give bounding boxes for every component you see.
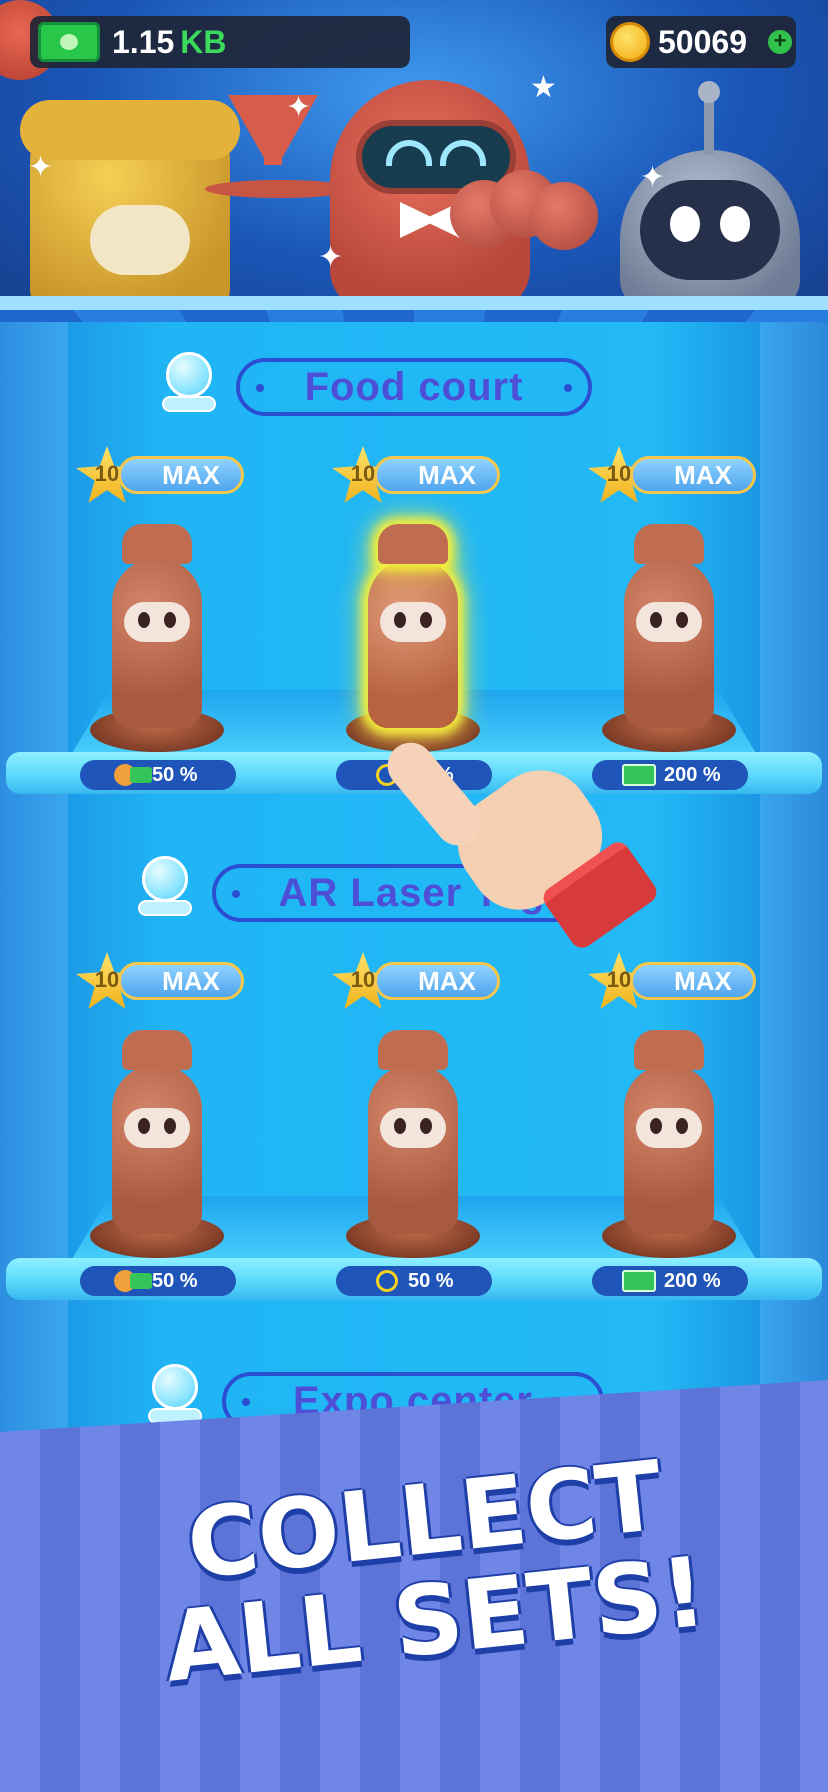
level-badge: 10 MAX xyxy=(76,952,246,1009)
coin-value: 50069 xyxy=(658,24,747,60)
max-label: MAX xyxy=(118,456,244,494)
sparkle-icon: ✦ xyxy=(28,151,54,184)
bonus-badge: 50 % xyxy=(336,1266,492,1296)
max-label: MAX xyxy=(630,456,756,494)
bonus-badge: 200 % xyxy=(592,1266,748,1296)
snow-globe-icon xyxy=(162,352,216,416)
max-label: MAX xyxy=(118,962,244,1000)
money-counter: 1.15 KB xyxy=(30,16,410,68)
add-coins-button[interactable]: + xyxy=(768,30,792,54)
bonus-badge: 50 % xyxy=(80,1266,236,1296)
level-badge: 10 MAX xyxy=(76,446,246,503)
level-badge: 10 MAX xyxy=(332,952,502,1009)
soldier-figurine[interactable] xyxy=(338,1018,488,1258)
money-value: 1.15 xyxy=(112,24,175,60)
ninja-figurine[interactable] xyxy=(594,1018,744,1258)
max-label: MAX xyxy=(374,456,500,494)
cabinet-side-left xyxy=(0,322,68,1522)
punk-figurine[interactable] xyxy=(338,512,488,752)
gunner-bear-figurine[interactable] xyxy=(82,1018,232,1258)
bonus-badge: 50 % xyxy=(80,760,236,790)
coin-counter: 50069 + xyxy=(606,16,796,68)
cash-icon xyxy=(38,22,100,62)
chef-figurine[interactable] xyxy=(82,512,232,752)
sparkle-icon: ✦ xyxy=(318,241,344,274)
gentleman-figurine[interactable] xyxy=(594,512,744,752)
cakes-image xyxy=(450,170,600,250)
sparkle-icon: ★ xyxy=(530,71,557,104)
snow-globe-icon xyxy=(148,1364,202,1428)
upgrade-cash-icon xyxy=(114,764,154,786)
snow-globe-icon xyxy=(138,856,192,920)
timer-icon xyxy=(376,1270,398,1292)
upgrade-cash-icon xyxy=(114,1270,154,1292)
level-badge: 10 MAX xyxy=(588,446,758,503)
cash-icon xyxy=(622,1270,656,1292)
sparkle-icon: ✦ xyxy=(286,91,312,124)
max-label: MAX xyxy=(374,962,500,1000)
gold-robot-image xyxy=(20,100,240,310)
level-badge: 10 MAX xyxy=(588,952,758,1009)
cabinet-side-right xyxy=(760,322,828,1522)
sparkle-icon: ✦ xyxy=(640,161,666,194)
coin-icon xyxy=(610,22,650,62)
tutorial-hand-pointer xyxy=(378,720,662,953)
section-title-food-court: Food court xyxy=(236,358,592,416)
level-badge: 10 MAX xyxy=(332,446,502,503)
money-unit: KB xyxy=(180,24,227,60)
max-label: MAX xyxy=(630,962,756,1000)
